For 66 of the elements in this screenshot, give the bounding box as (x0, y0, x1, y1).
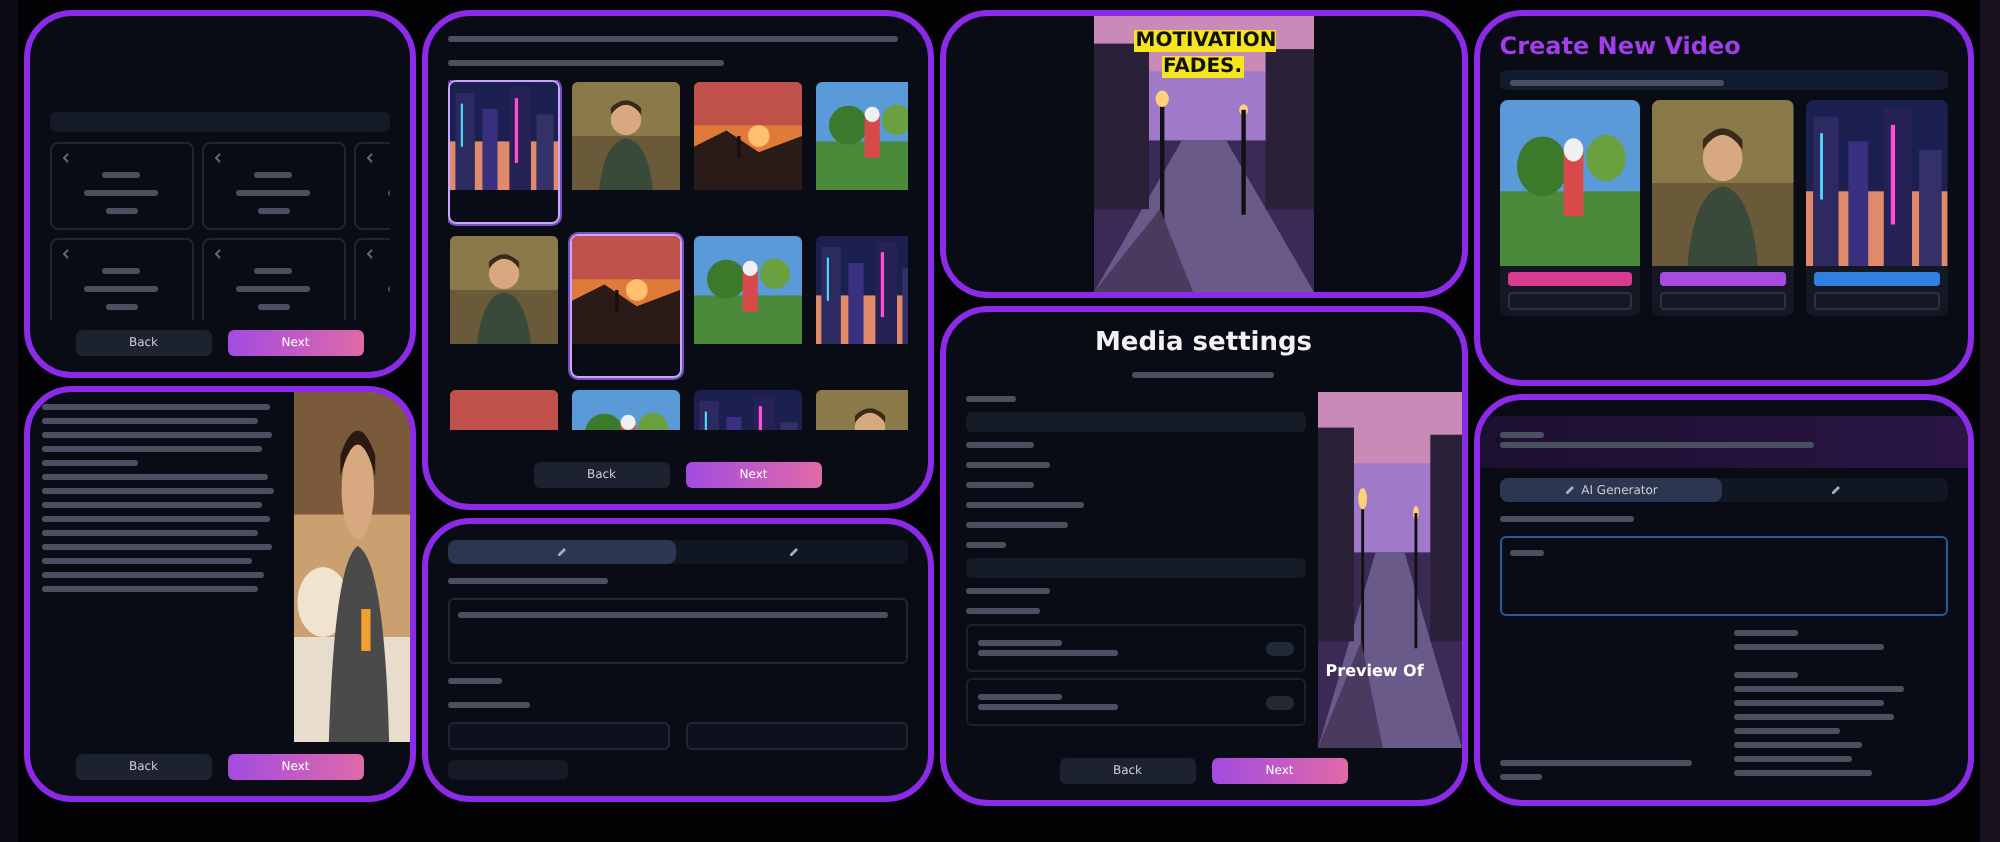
pencil-icon (1830, 484, 1843, 496)
chevron-icon[interactable] (363, 248, 376, 260)
chevron-icon[interactable] (59, 248, 72, 260)
toggle-switch[interactable] (1265, 641, 1294, 655)
preset-card[interactable] (201, 238, 346, 320)
dropdown-field[interactable] (447, 722, 670, 750)
pencil-icon (555, 546, 568, 558)
pencil-icon (787, 546, 800, 558)
preset-card[interactable] (49, 142, 194, 230)
text-line (102, 172, 141, 178)
preset-card[interactable] (201, 142, 346, 230)
template-card[interactable] (1499, 100, 1641, 316)
text-line (1733, 672, 1798, 678)
text-line (1733, 630, 1798, 636)
text-line (106, 304, 138, 310)
text-line (1733, 770, 1873, 776)
text-line (41, 460, 138, 466)
text-line (1733, 728, 1841, 734)
text-line (447, 678, 503, 684)
text-line (1509, 550, 1544, 556)
text-line (236, 286, 311, 292)
text-line (1499, 432, 1545, 438)
text-line (84, 190, 159, 196)
text-line (965, 522, 1068, 528)
pencil-icon (1563, 484, 1576, 496)
text-line (258, 208, 290, 214)
text-line (102, 268, 141, 274)
text-area[interactable] (447, 598, 908, 664)
chevron-icon[interactable] (211, 248, 224, 260)
style-tile[interactable] (569, 234, 682, 378)
use-button[interactable] (1507, 272, 1633, 286)
text-line (254, 268, 293, 274)
preview-caption: Preview Of (1325, 662, 1424, 680)
text-line (965, 442, 1034, 448)
chevron-icon[interactable] (59, 152, 72, 164)
text-line (965, 502, 1085, 508)
text-line (84, 286, 159, 292)
text-line (447, 702, 531, 708)
text-line (1499, 516, 1634, 522)
text-line (965, 588, 1051, 594)
chevron-icon[interactable] (211, 152, 224, 164)
preset-card[interactable] (49, 238, 194, 320)
text-line (965, 396, 1017, 402)
text-line (1733, 756, 1852, 762)
text-line (106, 208, 138, 214)
text-line (254, 172, 293, 178)
text-line (1499, 774, 1543, 780)
toggle-switch[interactable] (1265, 695, 1294, 709)
text-line (977, 640, 1062, 646)
text-line (965, 482, 1034, 488)
text-line (965, 608, 1041, 614)
text-line (258, 304, 290, 310)
settings-title: Media settings (1092, 328, 1315, 358)
text-line (1733, 742, 1862, 748)
text-line (977, 694, 1062, 700)
text-line (236, 190, 311, 196)
text-line (977, 650, 1118, 656)
search-field[interactable] (685, 722, 908, 750)
text-line (965, 542, 1007, 548)
text-area[interactable] (1499, 536, 1948, 616)
text-line (965, 462, 1051, 468)
style-tile[interactable] (447, 80, 560, 224)
text-line (977, 704, 1118, 710)
chevron-icon[interactable] (363, 152, 376, 164)
text-line (1132, 372, 1275, 378)
page-title: Create New Video (1499, 32, 1743, 60)
